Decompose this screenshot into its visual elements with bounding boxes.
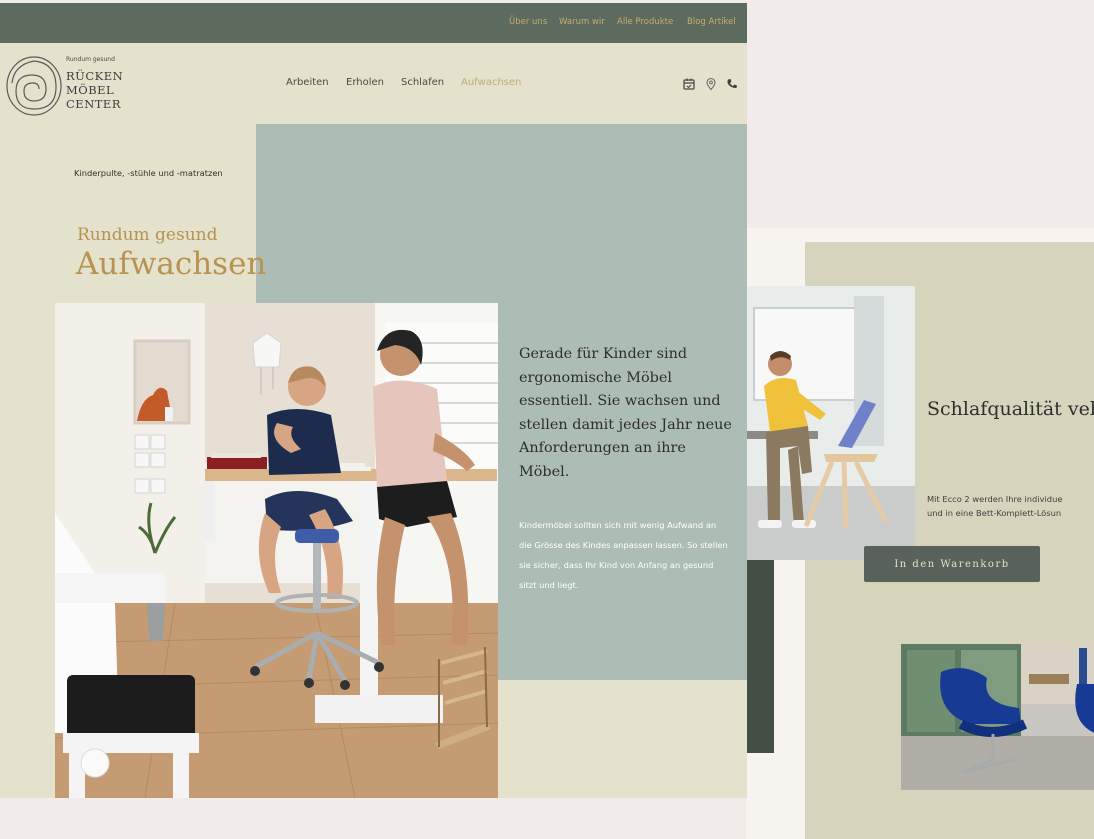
phone-icon[interactable]: [725, 77, 739, 91]
logo-shell-icon: [6, 56, 62, 116]
location-pin-icon[interactable]: [704, 77, 718, 91]
nav-arbeiten[interactable]: Arbeiten: [286, 77, 329, 88]
logo-word: CENTER: [66, 97, 121, 111]
top-nav-about[interactable]: Über uns: [509, 17, 547, 27]
intro-body: Kindermöbel sollten sich mit wenig Aufwa…: [519, 520, 728, 590]
page-title: Aufwachsen: [76, 246, 267, 282]
logo-tagline: Rundum gesund: [66, 56, 115, 63]
nav-erholen[interactable]: Erholen: [346, 77, 384, 88]
teaser-line: und in eine Bett-Komplett-Lösun: [927, 508, 1062, 518]
mattress-teaser: Mit Ecco 2 werden Ihre individue und in …: [927, 492, 1094, 520]
main-page: Über uns Warum wir Alle Produkte Blog Ar…: [0, 3, 747, 798]
hero-photo: [55, 303, 498, 798]
add-to-cart-button[interactable]: In den Warenkorb: [864, 546, 1040, 582]
mattress-headline: Schlafqualität vebessern mit der idealen…: [927, 398, 1094, 420]
breadcrumb: Kinderpulte, -stühle und -matratzen: [74, 168, 223, 178]
intro-lead: Gerade für Kinder sind ergonomische Möbe…: [519, 346, 732, 480]
teaser-line: Mit Ecco 2 werden Ihre individue: [927, 494, 1063, 504]
nav-schlafen[interactable]: Schlafen: [401, 77, 444, 88]
hero-kicker: Rundum gesund: [77, 225, 218, 245]
secondary-page-preview: Schlafqualität vebessern mit der idealen…: [746, 228, 1094, 839]
nav-aufwachsen[interactable]: Aufwachsen: [461, 77, 521, 88]
top-bar: Über uns Warum wir Alle Produkte Blog Ar…: [0, 3, 747, 43]
blue-chair-photo: [901, 644, 1094, 790]
office-man-photo: [746, 286, 915, 560]
dark-accent-block: [746, 560, 774, 753]
logo-word: MÖBEL: [66, 83, 115, 97]
top-nav-blog[interactable]: Blog Artikel: [687, 17, 736, 27]
top-nav-why-us[interactable]: Warum wir: [559, 17, 605, 27]
logo-word: RÜCKEN: [66, 69, 124, 83]
calendar-icon[interactable]: [682, 77, 696, 91]
top-nav-all-products[interactable]: Alle Produkte: [617, 17, 673, 27]
